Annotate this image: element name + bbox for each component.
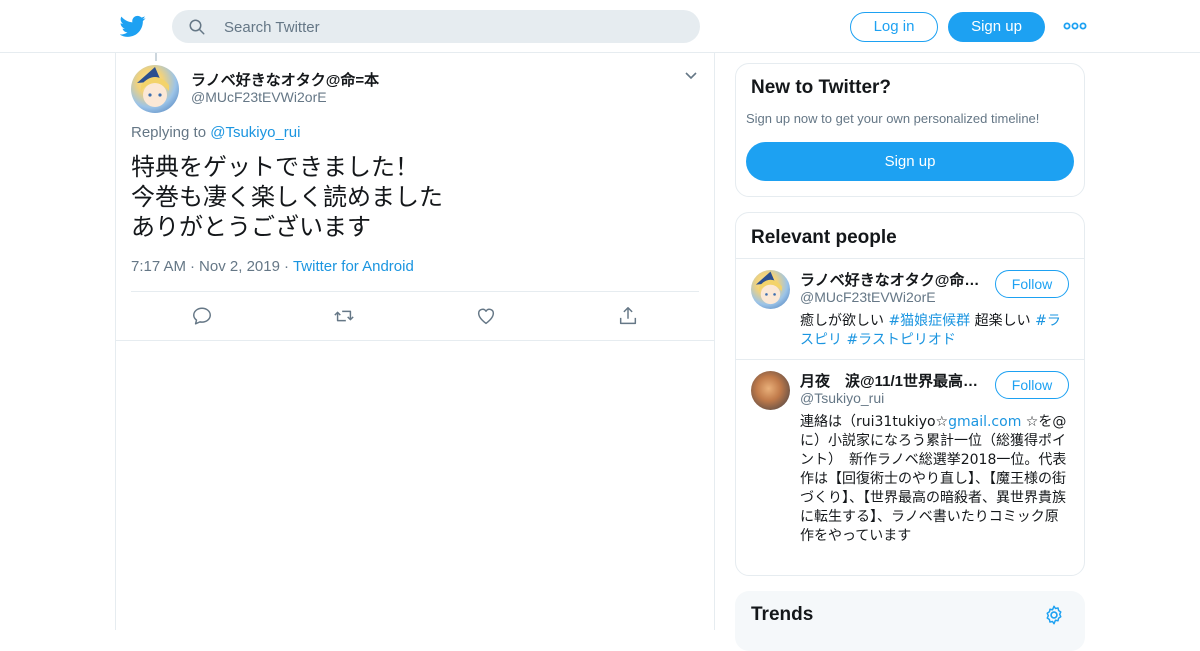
person-bio: 連絡は（rui31tukiyo☆gmail.com ☆を@に）小説家になろう累計… [800,413,1070,546]
tweet-text: 特典をゲットできました！ 今巻も凄く楽しく読めました ありがとうございます [131,153,443,241]
reply-icon[interactable] [191,305,213,327]
replying-to-line: Replying to @Tsukiyo_rui [131,124,300,141]
reply-mention-link[interactable]: @Tsukiyo_rui [210,124,300,141]
email-domain-link[interactable]: gmail.com [948,414,1021,430]
search-icon [189,19,205,35]
search-input[interactable] [222,10,686,45]
tweet-date-link[interactable]: Nov 2, 2019 [199,258,280,275]
bio-text: 癒しが欲しい [800,313,889,329]
separator-dot: · [283,258,289,275]
avatar[interactable] [751,371,790,410]
bio-text: ☆を@に）小説家になろう累計一位（総獲得ポイント） 新作ラノベ総選挙2018一位… [800,414,1067,544]
person-name[interactable]: 月夜 涙@11/1世界最高の暗殺者 [800,370,982,391]
avatar-illustration [137,67,169,107]
hashtag-link[interactable]: #ラストピリオド [846,332,955,348]
bio-text: 超楽しい [970,313,1036,329]
top-navigation-bar: Log in Sign up [0,0,1200,53]
person-handle[interactable]: @Tsukiyo_rui [800,390,884,406]
hashtag-link[interactable]: #猫娘症候群 [888,313,970,329]
tweet-client-link[interactable]: Twitter for Android [293,258,414,275]
more-options-icon[interactable] [1063,18,1087,34]
tweet-actions [116,292,714,340]
separator-dot: · [190,258,196,275]
tweet-metadata: 7:17 AM · Nov 2, 2019 · Twitter for Android [131,258,414,275]
card-heading: Relevant people [751,227,897,248]
follow-button[interactable]: Follow [995,371,1069,399]
share-icon[interactable] [617,305,639,327]
card-subtitle: Sign up now to get your own personalized… [746,111,1040,126]
person-item[interactable]: ラノベ好きなオタク@命=本 @MUcF23tEVWi2orE Follow 癒し… [736,259,1084,359]
tweet-author-handle[interactable]: @MUcF23tEVWi2orE [191,89,327,105]
bio-text: 連絡は（rui31tukiyo☆ [800,414,949,430]
search-bar[interactable] [172,10,700,45]
avatar[interactable] [131,65,179,113]
thread-connector-line [155,53,157,61]
person-item[interactable]: 月夜 涙@11/1世界最高の暗殺者 @Tsukiyo_rui Follow 連絡… [736,360,1084,575]
chevron-down-icon[interactable] [684,71,698,81]
replying-to-label: Replying to [131,124,207,141]
trends-card: Trends [735,591,1085,651]
twitter-bird-icon[interactable] [120,13,146,39]
sign-up-button-large[interactable]: Sign up [746,142,1074,181]
tweet-time-link[interactable]: 7:17 AM [131,258,186,275]
retweet-icon[interactable] [333,305,355,327]
gear-icon[interactable] [1043,604,1065,626]
tweet-author-name[interactable]: ラノベ好きなオタク@命=本 [191,69,379,90]
person-bio: 癒しが欲しい #猫娘症候群 超楽しい #ラスピリ #ラストピリオド [800,312,1070,350]
card-heading: Trends [751,604,814,625]
avatar-illustration [755,271,782,305]
divider [116,340,714,341]
card-heading: New to Twitter? [751,77,892,98]
relevant-people-card: Relevant people ラノベ好きなオタク@命=本 @MUcF23tEV… [735,212,1085,576]
log-in-button[interactable]: Log in [850,12,938,42]
follow-button[interactable]: Follow [995,270,1069,298]
like-heart-icon[interactable] [475,305,497,327]
tweet-detail-column: ラノベ好きなオタク@命=本 @MUcF23tEVWi2orE Replying … [115,53,715,630]
person-name[interactable]: ラノベ好きなオタク@命=本 [800,269,982,290]
person-handle[interactable]: @MUcF23tEVWi2orE [800,289,936,305]
new-to-twitter-card: New to Twitter? Sign up now to get your … [735,63,1085,197]
avatar[interactable] [751,270,790,309]
sign-up-button[interactable]: Sign up [948,12,1045,42]
